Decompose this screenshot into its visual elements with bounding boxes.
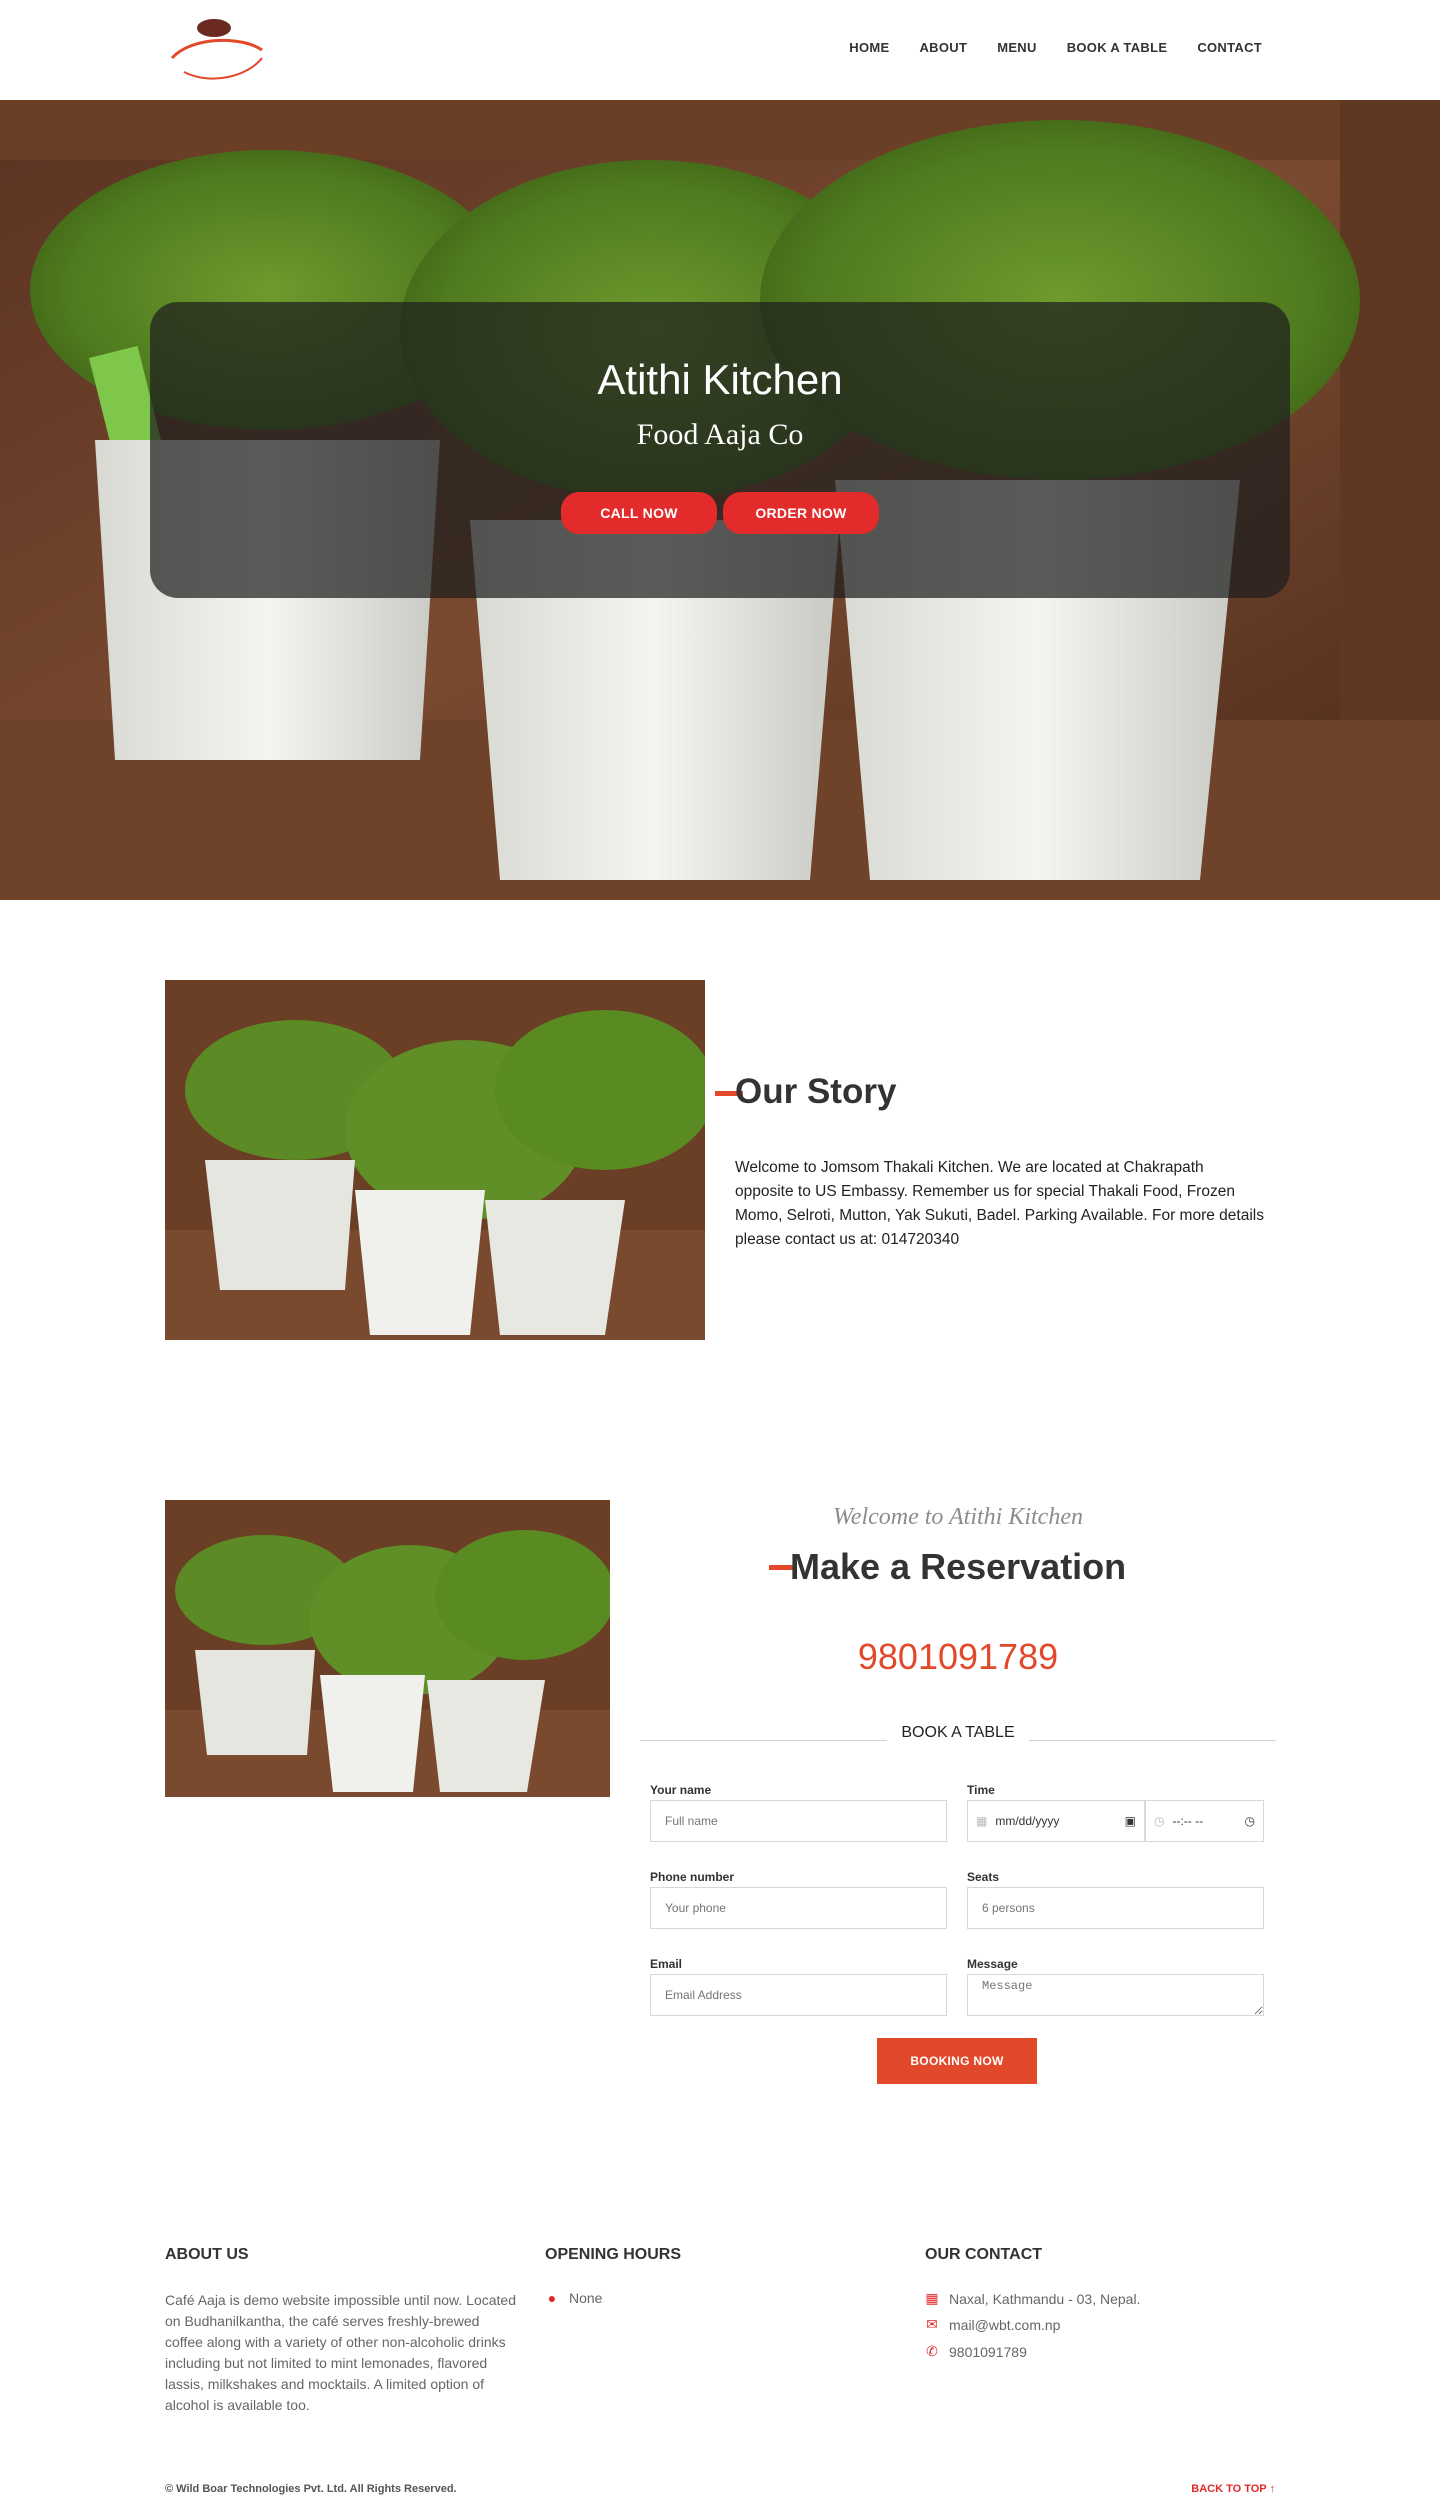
nav-menu-link[interactable]: MENU — [997, 40, 1036, 55]
hero-title: Atithi Kitchen — [597, 356, 843, 403]
email-label: Email — [650, 1957, 683, 1971]
site-logo[interactable] — [162, 14, 270, 84]
back-to-top-link[interactable]: BACK TO TOP ↑ — [1191, 2483, 1275, 2495]
reservation-title: Make a Reservation — [790, 1546, 1127, 1587]
reservation-phone[interactable]: 9801091789 — [640, 1636, 1276, 1678]
footer-hours-row: ● None — [545, 2290, 603, 2306]
seats-input[interactable] — [967, 1887, 1264, 1929]
nav-book-table[interactable]: BOOK A TABLE — [1067, 40, 1168, 55]
hero-subtitle: Food Aaja Co — [636, 418, 804, 451]
call-now-button[interactable]: CALL NOW — [561, 492, 717, 534]
footer-hours-title: OPENING HOURS — [545, 2246, 682, 2263]
map-icon: ▦ — [925, 2290, 939, 2306]
footer-phone-row: ✆ 9801091789 — [925, 2343, 1027, 2360]
address-text: Naxal, Kathmandu - 03, Nepal. — [949, 2290, 1141, 2307]
book-table-heading: BOOK A TABLE — [640, 1724, 1276, 1742]
nav-about[interactable]: ABOUT — [919, 40, 967, 55]
name-input[interactable] — [650, 1800, 947, 1842]
reservation-image — [165, 1500, 610, 1797]
phone-label: Phone number — [650, 1870, 735, 1884]
hero-overlay-card: Atithi Kitchen Food Aaja Co CALL NOW ORD… — [150, 302, 1290, 598]
footer-about-title: ABOUT US — [165, 2246, 249, 2263]
nav-menu: HOME ABOUT MENU BOOK A TABLE CONTACT — [819, 40, 1262, 55]
email-input[interactable] — [650, 1974, 947, 2016]
story-image — [165, 980, 705, 1340]
name-label: Your name — [650, 1783, 712, 1797]
copyright-text: © Wild Boar Technologies Pvt. Ltd. All R… — [165, 2483, 457, 2495]
top-navbar: HOME ABOUT MENU BOOK A TABLE CONTACT — [0, 0, 1440, 100]
nav-contact[interactable]: CONTACT — [1197, 40, 1262, 55]
hero-buttons: CALL NOW ORDER NOW — [150, 492, 1290, 534]
phone-input[interactable] — [650, 1887, 947, 1929]
email-text[interactable]: mail@wbt.com.np — [949, 2317, 1060, 2333]
date-value: mm/dd/yyyy — [995, 1814, 1060, 1828]
date-input[interactable]: ▦ mm/dd/yyyy ▣ — [967, 1800, 1145, 1842]
clock-icon: ◷ — [1244, 1814, 1255, 1828]
message-label: Message — [967, 1957, 1018, 1971]
envelope-icon: ✉ — [926, 2316, 938, 2332]
time-label: Time — [967, 1783, 995, 1797]
time-input[interactable]: ◷ --:-- -- ◷ — [1145, 1800, 1264, 1842]
footer-about-text: Café Aaja is demo website impossible unt… — [165, 2292, 516, 2413]
time-value: --:-- -- — [1172, 1814, 1204, 1828]
order-now-button[interactable]: ORDER NOW — [723, 492, 879, 534]
footer-email-row: ✉ mail@wbt.com.np — [925, 2316, 1060, 2333]
message-textarea[interactable] — [967, 1974, 1264, 2016]
footer-contact-title: OUR CONTACT — [925, 2246, 1043, 2263]
book-table-label: BOOK A TABLE — [887, 1724, 1029, 1741]
calendar-icon: ▣ — [1124, 1814, 1136, 1828]
calendar-small-icon: ▦ — [976, 1814, 988, 1828]
booking-now-button[interactable]: BOOKING NOW — [877, 2038, 1037, 2084]
phone-text[interactable]: 9801091789 — [949, 2344, 1027, 2360]
story-title: Our Story — [735, 1072, 897, 1111]
nav-home[interactable]: HOME — [849, 40, 889, 55]
hours-value: None — [569, 2290, 603, 2306]
clock-small-icon: ◷ — [1154, 1814, 1165, 1828]
phone-icon: ✆ — [926, 2343, 938, 2359]
hero-section: Atithi Kitchen Food Aaja Co CALL NOW ORD… — [0, 100, 1440, 900]
seats-label: Seats — [967, 1870, 1000, 1884]
footer-address-row: ▦ Naxal, Kathmandu - 03, Nepal. — [925, 2290, 1140, 2307]
clock-icon: ● — [547, 2290, 557, 2306]
story-text: Welcome to Jomsom Thakali Kitchen. We ar… — [735, 1159, 1264, 1248]
reservation-welcome: Welcome to Atithi Kitchen — [833, 1504, 1083, 1530]
